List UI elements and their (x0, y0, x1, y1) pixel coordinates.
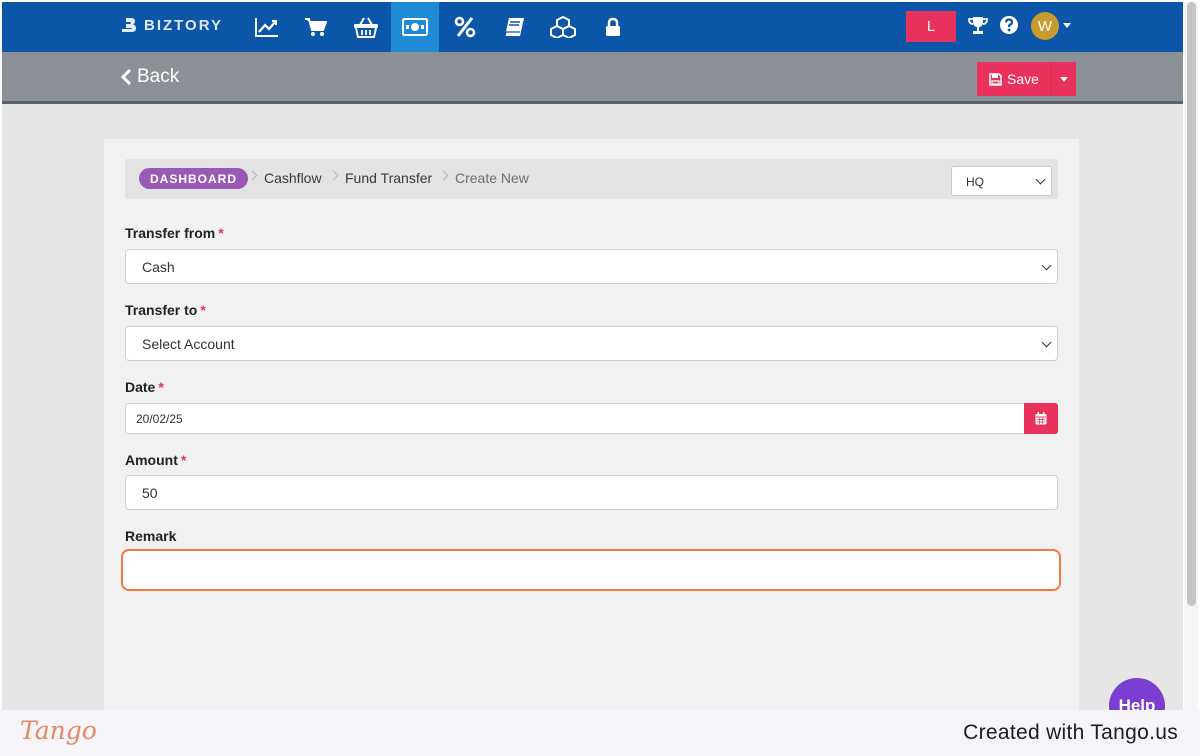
breadcrumb-item-create-new: Create New (455, 170, 529, 186)
trophy-icon[interactable] (966, 12, 990, 38)
transfer-to-label-text: Transfer to (125, 302, 198, 318)
back-button[interactable]: Back (120, 66, 179, 88)
lock-icon[interactable] (589, 2, 637, 52)
required-marker: * (180, 452, 187, 468)
breadcrumb-item-fund-transfer[interactable]: Fund Transfer (345, 170, 432, 186)
remark-input[interactable] (121, 549, 1061, 591)
calendar-button[interactable] (1024, 403, 1058, 434)
branch-select[interactable]: HQ (951, 166, 1052, 196)
date-label: Date * (125, 379, 164, 395)
required-marker: * (218, 225, 224, 241)
dashboard-badge[interactable]: DASHBOARD (139, 168, 248, 189)
floppy-disk-icon (989, 72, 1002, 86)
cart-icon[interactable] (292, 2, 340, 52)
save-dropdown-toggle[interactable] (1051, 62, 1076, 96)
transfer-from-label: Transfer from * (125, 225, 224, 241)
transfer-from-select[interactable]: Cash (125, 249, 1058, 284)
question-icon[interactable] (997, 12, 1021, 38)
amount-input[interactable]: 50 (125, 475, 1058, 510)
tango-logo: Tango (20, 716, 97, 745)
money-icon[interactable] (391, 2, 439, 52)
transfer-to-select[interactable]: Select Account (125, 326, 1058, 361)
user-menu-caret-icon[interactable] (1063, 23, 1071, 28)
save-label: Save (1007, 71, 1039, 87)
chevron-right-icon (328, 170, 339, 181)
amount-label: Amount * (125, 452, 186, 468)
form-card: DASHBOARD Cashflow Fund Transfer Create … (104, 139, 1079, 756)
chevron-down-icon (1035, 174, 1046, 185)
save-button[interactable]: Save (977, 62, 1051, 96)
chevron-down-icon (1041, 260, 1052, 271)
back-label: Back (137, 66, 180, 87)
user-avatar[interactable]: W (1031, 12, 1059, 40)
basket-icon[interactable] (342, 2, 390, 52)
scrollbar[interactable] (1184, 2, 1198, 710)
remark-label-text: Remark (125, 528, 177, 544)
brand-logo[interactable]: BIZTORY (118, 15, 223, 35)
chevron-right-icon (247, 170, 258, 181)
required-marker: * (158, 379, 164, 395)
chevron-right-icon (438, 170, 449, 181)
transfer-from-label-text: Transfer from (125, 225, 216, 241)
created-with-text: Created with Tango.us (963, 721, 1178, 744)
date-value: 20/02/25 (136, 411, 183, 426)
date-label-text: Date (125, 379, 156, 395)
cubes-icon[interactable] (539, 2, 587, 52)
chevron-down-icon (1041, 337, 1052, 348)
location-badge[interactable]: L (906, 11, 956, 42)
brand-name: BIZTORY (144, 16, 224, 34)
breadcrumb: DASHBOARD Cashflow Fund Transfer Create … (125, 159, 1058, 199)
breadcrumb-item-cashflow[interactable]: Cashflow (264, 170, 322, 186)
top-navbar: BIZTORY L W (2, 2, 1183, 52)
action-bar: Back Save (2, 52, 1183, 104)
scrollbar-thumb[interactable] (1187, 2, 1196, 606)
remark-label: Remark (125, 528, 176, 544)
transfer-from-value: Cash (142, 258, 175, 275)
biztory-logo-icon (122, 17, 136, 32)
branch-select-value: HQ (966, 175, 984, 189)
amount-label-text: Amount (125, 452, 178, 468)
book-icon[interactable] (490, 2, 538, 52)
app-window: BIZTORY L W Back Save DASHBOARD Cashflow… (2, 2, 1183, 756)
amount-value: 50 (142, 484, 158, 501)
chevron-left-icon (120, 68, 132, 86)
date-input[interactable]: 20/02/25 (125, 403, 1025, 434)
transfer-to-value: Select Account (142, 335, 235, 352)
calendar-icon (1035, 412, 1047, 425)
caret-down-icon (1060, 76, 1068, 82)
chart-line-icon[interactable] (243, 2, 291, 52)
transfer-to-label: Transfer to * (125, 302, 206, 318)
required-marker: * (200, 302, 206, 318)
tango-footer: Tango Created with Tango.us (0, 710, 1200, 756)
percent-icon[interactable] (441, 2, 489, 52)
